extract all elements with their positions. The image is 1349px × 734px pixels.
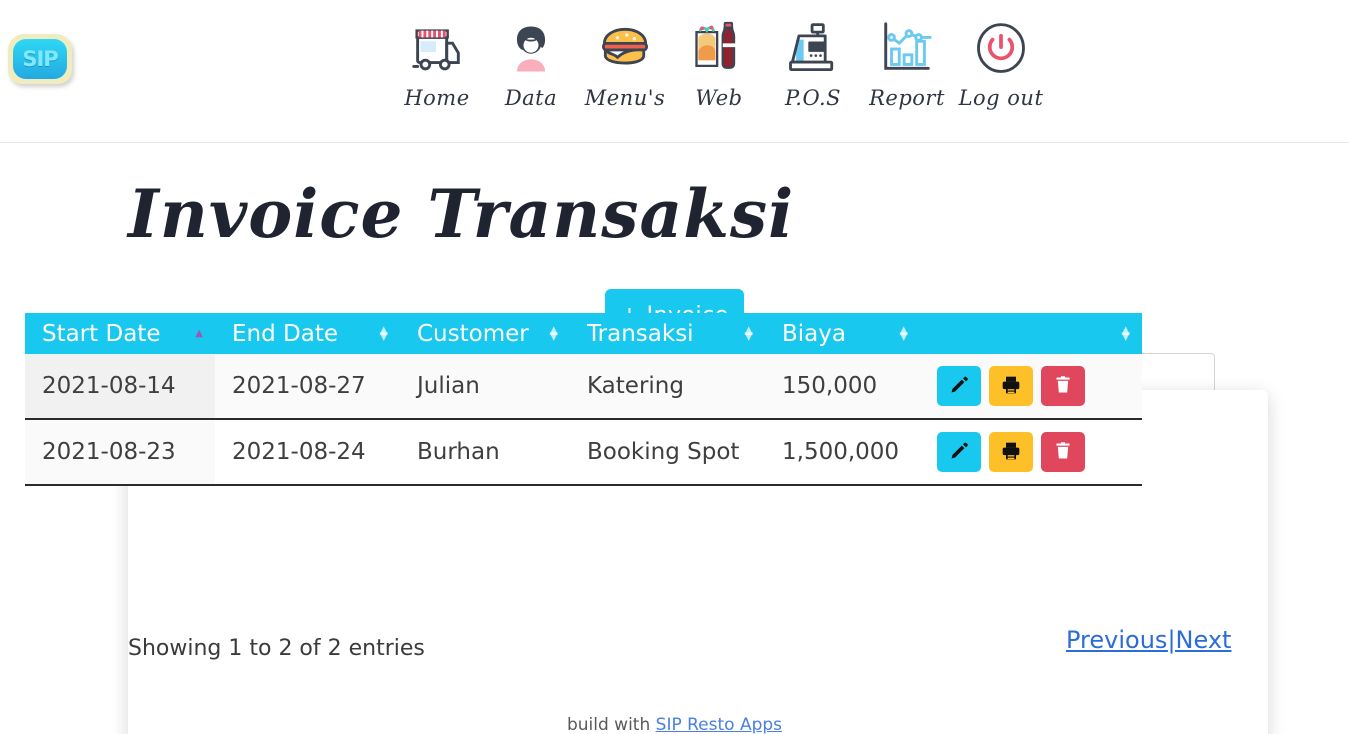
nav-item-pos[interactable]: P.O.S	[766, 12, 860, 109]
nav-item-report[interactable]: Report	[860, 12, 954, 109]
logo-badge: SIP	[8, 34, 72, 84]
delete-button[interactable]	[1041, 432, 1085, 472]
table-head: Start Date ▲ End Date ▲ ▼ Customer ▲ ▼ Tra…	[25, 313, 1142, 354]
cell-actions	[920, 354, 1142, 420]
logo-inner-shape: SIP	[13, 39, 67, 79]
table-row[interactable]: 2021-08-23 2021-08-24 Burhan Booking Spo…	[25, 419, 1142, 486]
column-label-transaksi: Transaksi	[587, 320, 694, 347]
cell-end-date: 2021-08-24	[215, 419, 400, 486]
edit-button[interactable]	[937, 432, 981, 472]
nav-item-logout[interactable]: Log out	[954, 12, 1048, 109]
footer-build-text: build with	[566, 715, 651, 734]
nav-label-pos: P.O.S	[784, 86, 842, 110]
trash-icon	[1053, 441, 1073, 464]
taco-soda-icon	[689, 12, 749, 86]
cell-start-date: 2021-08-23	[25, 419, 215, 486]
column-label-biaya: Biaya	[782, 320, 846, 347]
hamburger-icon	[595, 12, 655, 86]
nav-label-logout: Log out	[958, 86, 1044, 110]
cell-transaksi: Booking Spot	[570, 419, 765, 486]
row-action-group	[937, 432, 1142, 472]
column-header-end-date[interactable]: End Date ▲ ▼	[215, 313, 400, 354]
site-footer: build with SIP Resto Apps	[0, 715, 1349, 734]
printer-icon	[1001, 441, 1021, 464]
sort-indicator-start-date: ▲	[195, 327, 203, 339]
cell-biaya: 1,500,000	[765, 419, 920, 486]
pencil-icon	[949, 441, 969, 464]
nav-label-data: Data	[504, 86, 558, 110]
cell-transaksi: Katering	[570, 354, 765, 420]
cell-end-date: 2021-08-27	[215, 354, 400, 420]
row-action-group	[937, 366, 1142, 406]
table-row[interactable]: 2021-08-14 2021-08-27 Julian Katering 15…	[25, 354, 1142, 420]
nav-label-menus: Menu's	[584, 86, 666, 110]
table-header-row: Start Date ▲ End Date ▲ ▼ Customer ▲ ▼ Tra…	[25, 313, 1142, 354]
column-header-actions[interactable]: ▲ ▼	[920, 313, 1142, 354]
column-header-customer[interactable]: Customer ▲ ▼	[400, 313, 570, 354]
print-button[interactable]	[989, 366, 1033, 406]
sort-indicator-biaya: ▲ ▼	[899, 322, 908, 343]
cell-customer: Julian	[400, 354, 570, 420]
cell-actions	[920, 419, 1142, 486]
page-body: Invoice Transaksi + Invoice Show 10 25 5…	[0, 143, 1349, 734]
cell-customer: Burhan	[400, 419, 570, 486]
page-title: Invoice Transaksi	[128, 175, 795, 253]
pagination-separator: |	[1167, 626, 1176, 654]
sort-indicator-actions: ▲ ▼	[1121, 322, 1130, 343]
column-header-biaya[interactable]: Biaya ▲ ▼	[765, 313, 920, 354]
delete-button[interactable]	[1041, 366, 1085, 406]
pagination-previous[interactable]: Previous	[1066, 626, 1167, 654]
nav-item-home[interactable]: Home	[390, 12, 484, 109]
nav-item-data[interactable]: Data	[484, 12, 578, 109]
sort-indicator-customer: ▲ ▼	[549, 322, 558, 343]
invoice-table: Start Date ▲ End Date ▲ ▼ Customer ▲ ▼ Tra…	[25, 313, 1142, 486]
power-icon	[971, 12, 1031, 86]
footer-build-link[interactable]: SIP Resto Apps	[656, 715, 782, 734]
nav-label-home: Home	[404, 86, 470, 110]
brand-logo[interactable]: SIP	[8, 34, 78, 89]
nav-item-web[interactable]: Web	[672, 12, 766, 109]
cell-biaya: 150,000	[765, 354, 920, 420]
edit-button[interactable]	[937, 366, 981, 406]
cash-register-icon	[783, 12, 843, 86]
person-avatar-icon	[501, 12, 561, 86]
sort-indicator-transaksi: ▲ ▼	[744, 322, 753, 343]
sort-indicator-end-date: ▲ ▼	[379, 322, 388, 343]
print-button[interactable]	[989, 432, 1033, 472]
bar-chart-icon	[876, 12, 938, 86]
logo-text: SIP	[22, 47, 58, 71]
column-label-end-date: End Date	[232, 320, 338, 347]
top-navigation-bar: SIP Home Data Menu's Web P.O.S Report Lo…	[0, 0, 1349, 143]
column-header-transaksi[interactable]: Transaksi ▲ ▼	[570, 313, 765, 354]
pagination-next[interactable]: Next	[1176, 626, 1232, 654]
table-info: Showing 1 to 2 of 2 entries	[128, 636, 425, 661]
food-truck-icon	[406, 12, 468, 86]
table-body: 2021-08-14 2021-08-27 Julian Katering 15…	[25, 354, 1142, 486]
cell-start-date: 2021-08-14	[25, 354, 215, 420]
column-label-customer: Customer	[417, 320, 529, 347]
column-header-start-date[interactable]: Start Date ▲	[25, 313, 215, 354]
table-pagination: Previous|Next	[1066, 626, 1231, 654]
nav-label-report: Report	[869, 86, 945, 110]
pencil-icon	[949, 375, 969, 398]
nav-label-web: Web	[695, 86, 743, 110]
main-nav: Home Data Menu's Web P.O.S Report Log ou…	[390, 12, 1048, 109]
printer-icon	[1001, 375, 1021, 398]
trash-icon	[1053, 375, 1073, 398]
nav-item-menus[interactable]: Menu's	[578, 12, 672, 109]
column-label-start-date: Start Date	[42, 320, 161, 347]
